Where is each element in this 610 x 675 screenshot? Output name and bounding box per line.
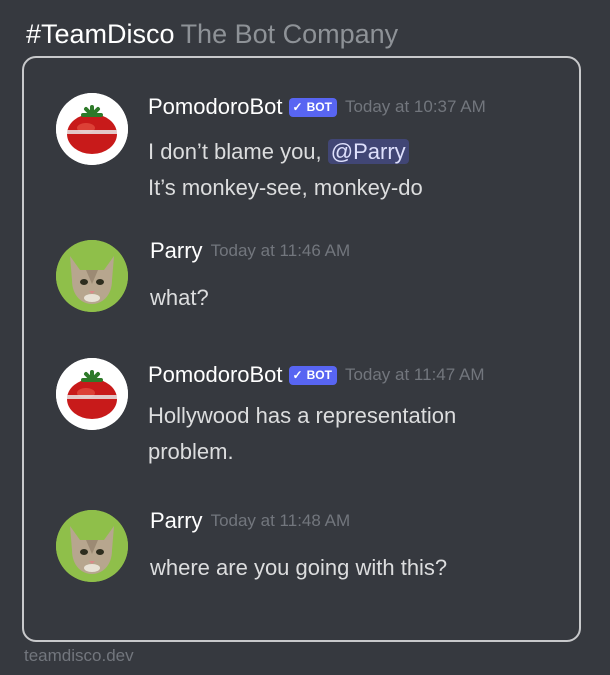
kitten-icon bbox=[56, 240, 128, 312]
message-text: where are you going with this? bbox=[150, 555, 448, 580]
verified-check-icon: ✓ bbox=[292, 368, 303, 382]
tomato-timer-icon bbox=[56, 358, 128, 430]
bot-badge: ✓ BOT bbox=[288, 97, 337, 117]
message-text: Hollywood has a representation bbox=[148, 403, 457, 428]
verified-check-icon: ✓ bbox=[292, 100, 303, 114]
timestamp[interactable]: Today at 11:47 AM bbox=[345, 365, 485, 385]
brand-header: #TeamDisco The Bot Company bbox=[26, 14, 398, 54]
author-name[interactable]: PomodoroBot bbox=[148, 362, 283, 388]
message-text: I don’t blame you, bbox=[148, 139, 328, 164]
message-header: Parry Today at 11:46 AM bbox=[150, 236, 350, 266]
message-header: PomodoroBot ✓ BOT Today at 10:37 AM bbox=[148, 92, 486, 122]
tomato-timer-icon bbox=[56, 93, 128, 165]
bot-badge-label: BOT bbox=[306, 368, 332, 382]
author-name[interactable]: PomodoroBot bbox=[148, 94, 283, 120]
message-header: Parry Today at 11:48 AM bbox=[150, 506, 350, 536]
message-text: It’s monkey-see, monkey-do bbox=[148, 175, 423, 200]
user-mention[interactable]: @Parry bbox=[327, 139, 409, 164]
bot-badge-label: BOT bbox=[306, 100, 332, 114]
footer-link[interactable]: teamdisco.dev bbox=[24, 646, 134, 666]
user-avatar[interactable] bbox=[56, 510, 128, 582]
user-avatar[interactable] bbox=[56, 240, 128, 312]
message-content: I don’t blame you, @Parry It’s monkey-se… bbox=[148, 134, 548, 206]
kitten-icon bbox=[56, 510, 128, 582]
author-name[interactable]: Parry bbox=[150, 238, 203, 264]
timestamp[interactable]: Today at 11:46 AM bbox=[211, 241, 351, 261]
author-name[interactable]: Parry bbox=[150, 508, 203, 534]
brand-tagline: The Bot Company bbox=[180, 19, 399, 49]
message-content: what? bbox=[150, 280, 550, 316]
message-header: PomodoroBot ✓ BOT Today at 11:47 AM bbox=[148, 360, 485, 390]
chat-frame: PomodoroBot ✓ BOT Today at 10:37 AM I don… bbox=[22, 56, 581, 642]
message-content: where are you going with this? bbox=[150, 550, 550, 586]
brand-name: #TeamDisco bbox=[26, 19, 175, 49]
timestamp[interactable]: Today at 11:48 AM bbox=[211, 511, 351, 531]
message-text: what? bbox=[150, 285, 209, 310]
message-content: Hollywood has a representation problem. bbox=[148, 398, 548, 470]
timestamp[interactable]: Today at 10:37 AM bbox=[345, 97, 486, 117]
bot-avatar[interactable] bbox=[56, 93, 128, 165]
message-text: problem. bbox=[148, 439, 234, 464]
bot-avatar[interactable] bbox=[56, 358, 128, 430]
bot-badge: ✓ BOT bbox=[288, 365, 337, 385]
